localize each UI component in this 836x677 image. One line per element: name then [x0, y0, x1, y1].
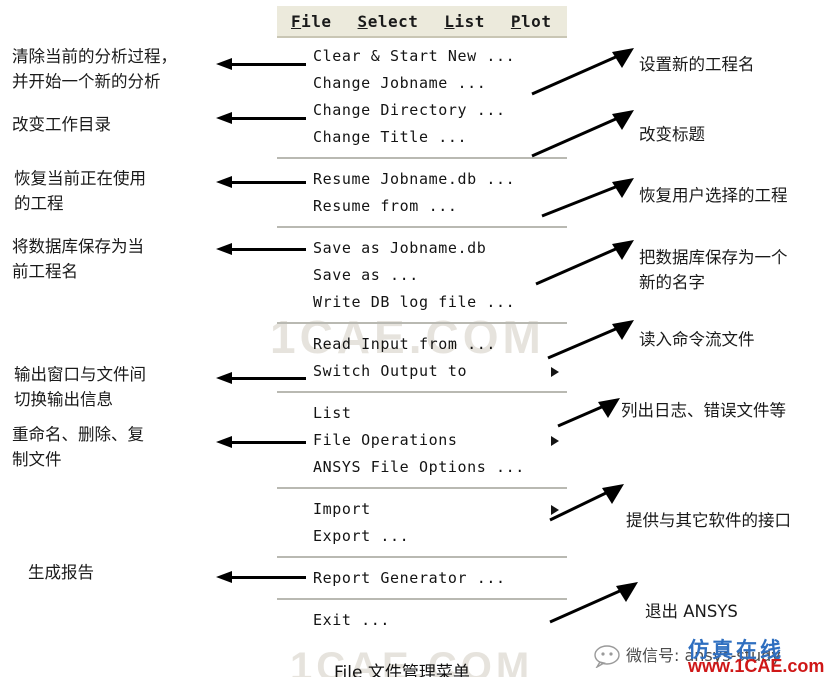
- arrow-shaft: [228, 441, 306, 444]
- menu-item-save-as[interactable]: Save as ...: [277, 262, 567, 289]
- menu-item-resume-jobname-db[interactable]: Resume Jobname.db ...: [277, 166, 567, 193]
- arrow-left-resume-jobname: [216, 176, 306, 188]
- annotation-right-resume-from: 恢复用户选择的工程: [639, 186, 788, 205]
- arrow-left-change-directory: [216, 112, 306, 124]
- menubar-item-file-mnemonic: F: [291, 11, 302, 31]
- menu-item-change-jobname[interactable]: Change Jobname ...: [277, 70, 567, 97]
- menu-item-switch-output-to[interactable]: Switch Output to: [277, 358, 567, 385]
- brand-url: www.1CAE.com: [688, 656, 825, 676]
- menu-separator: [277, 322, 567, 324]
- arrow-left-switch-output: [216, 372, 306, 384]
- menu-item-change-directory[interactable]: Change Directory ...: [277, 97, 567, 124]
- arrow-shaft: [228, 63, 306, 66]
- menu-item-resume-from[interactable]: Resume from ...: [277, 193, 567, 220]
- menu-item-import[interactable]: Import: [277, 496, 567, 523]
- menubar-item-file[interactable]: File: [291, 12, 332, 31]
- annotation-left-file-operations: 重命名、删除、复 制文件: [12, 425, 144, 469]
- annotation-right-save-as: 把数据库保存为一个 新的名字: [639, 248, 788, 292]
- arrow-right-list: [557, 398, 620, 428]
- menu-separator: [277, 598, 567, 600]
- annotation-left-change-directory: 改变工作目录: [12, 115, 111, 134]
- arrow-shaft: [228, 181, 306, 184]
- menubar-item-plot-mnemonic: P: [510, 11, 522, 31]
- arrow-shaft: [228, 248, 306, 251]
- annotation-right-list: 列出日志、错误文件等: [621, 401, 786, 420]
- menubar-item-plot[interactable]: Plot: [511, 12, 552, 31]
- annotation-left-switch-output: 输出窗口与文件间 切换输出信息: [14, 365, 146, 409]
- menubar-item-select-mnemonic: S: [357, 11, 368, 31]
- submenu-arrow-icon: [551, 435, 559, 446]
- menubar-item-select[interactable]: Select: [358, 12, 419, 31]
- arrow-left-report-generator: [216, 571, 306, 583]
- arrow-left-clear-start-new: [216, 58, 306, 70]
- menu-item-read-input-from[interactable]: Read Input from ...: [277, 331, 567, 358]
- arrow-shaft: [228, 377, 306, 380]
- annotation-right-import: 提供与其它软件的接口: [626, 511, 791, 530]
- annotation-left-save-as-jobname: 将数据库保存为当 前工程名: [12, 237, 144, 281]
- menubar-item-list-mnemonic: L: [444, 11, 455, 31]
- menu-item-report-generator[interactable]: Report Generator ...: [277, 565, 567, 592]
- annotation-right-read-input-from: 读入命令流文件: [639, 330, 755, 349]
- bottom-watermark: 微信号: ansys-study 仿真在线 www.1CAE.com: [592, 636, 836, 676]
- menu-item-export[interactable]: Export ...: [277, 523, 567, 550]
- menubar-item-file-rest: ile: [301, 11, 332, 31]
- menu-item-exit[interactable]: Exit ...: [277, 607, 567, 634]
- arrow-right-import: [549, 484, 624, 522]
- menu-separator: [277, 391, 567, 393]
- chat-bubble-icon: [594, 645, 620, 668]
- menu-item-file-operations-label: File Operations: [313, 431, 458, 449]
- menu-separator: [277, 487, 567, 489]
- menu-item-list[interactable]: List: [277, 400, 567, 427]
- menu-separator: [277, 556, 567, 558]
- menu-item-ansys-file-options[interactable]: ANSYS File Options ...: [277, 454, 567, 481]
- menu-item-file-operations[interactable]: File Operations: [277, 427, 567, 454]
- menubar-item-list-rest: ist: [454, 11, 485, 31]
- arrow-right-exit: [549, 582, 638, 624]
- annotation-right-change-jobname: 设置新的工程名: [639, 55, 755, 74]
- annotation-right-change-title: 改变标题: [639, 125, 705, 144]
- screenshot-root: 1CAE.COM 1CAE.COM File Select List Plot …: [0, 0, 836, 677]
- menu-item-clear-start-new[interactable]: Clear & Start New ...: [277, 43, 567, 70]
- arrow-right-read-input-from: [547, 320, 634, 360]
- menubar: File Select List Plot: [277, 6, 567, 38]
- annotation-left-clear-start-new: 清除当前的分析过程， 并开始一个新的分析: [12, 47, 177, 91]
- annotation-right-exit: 退出 ANSYS: [645, 602, 738, 621]
- menu-separator: [277, 226, 567, 228]
- arrow-left-file-operations: [216, 436, 306, 448]
- menu-item-import-label: Import: [313, 500, 371, 518]
- menubar-item-list[interactable]: List: [444, 12, 485, 31]
- arrow-right-resume-from: [541, 178, 634, 218]
- annotation-left-resume-jobname: 恢复当前正在使用 的工程: [14, 169, 146, 213]
- arrow-right-change-jobname: [531, 48, 634, 96]
- menubar-item-select-rest: elect: [367, 11, 419, 31]
- arrow-right-change-title: [531, 110, 634, 158]
- menu-item-write-db-log-file[interactable]: Write DB log file ...: [277, 289, 567, 316]
- ansys-file-menu-panel: File Select List Plot Clear & Start New …: [277, 6, 567, 640]
- arrow-right-save-as: [535, 240, 634, 286]
- arrow-shaft: [228, 576, 306, 579]
- figure-caption: File 文件管理菜单: [334, 663, 470, 677]
- arrow-left-save-as-jobname: [216, 243, 306, 255]
- menubar-item-plot-rest: lot: [521, 11, 552, 31]
- arrow-shaft: [228, 117, 306, 120]
- file-menu-dropdown: Clear & Start New ... Change Jobname ...…: [277, 38, 567, 634]
- menu-item-change-title[interactable]: Change Title ...: [277, 124, 567, 151]
- menu-item-switch-output-to-label: Switch Output to: [313, 362, 468, 380]
- menu-separator: [277, 157, 567, 159]
- annotation-left-report-generator: 生成报告: [28, 563, 94, 582]
- menu-item-save-as-jobname-db[interactable]: Save as Jobname.db: [277, 235, 567, 262]
- submenu-arrow-icon: [551, 366, 559, 377]
